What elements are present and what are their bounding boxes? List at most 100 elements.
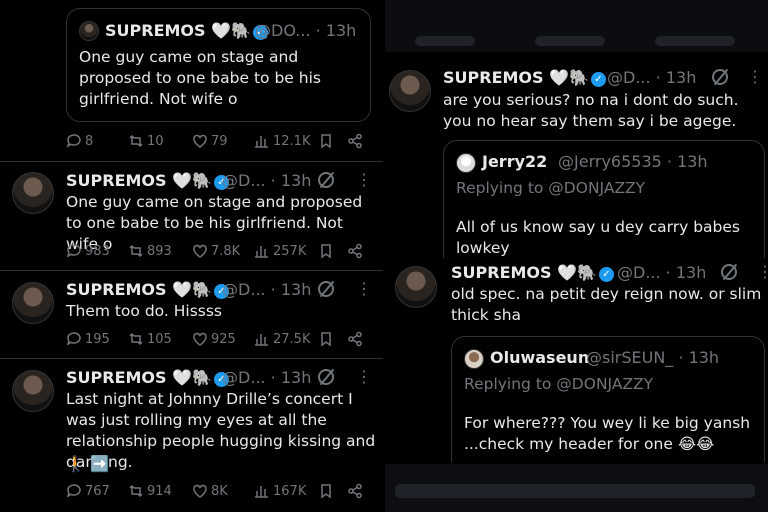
- blurred-header-strip: [385, 0, 768, 52]
- bookmark-button[interactable]: [318, 331, 334, 347]
- avatar[interactable]: [395, 266, 437, 308]
- repost-icon: [129, 332, 143, 346]
- grok-icon[interactable]: [712, 69, 728, 85]
- author-handle: @D... · 13h: [222, 368, 312, 387]
- author-handle: @D... · 13h: [617, 263, 707, 282]
- author-handle: @D... · 13h: [222, 280, 312, 299]
- grok-icon[interactable]: [721, 264, 737, 280]
- grok-icon[interactable]: [318, 369, 334, 385]
- avatar[interactable]: [464, 349, 484, 369]
- reply-icon: [66, 332, 81, 346]
- repost-button[interactable]: 10: [128, 133, 164, 149]
- repost-button[interactable]: 914: [128, 483, 172, 499]
- tweet-text: Them too do. Hissss: [66, 302, 222, 320]
- quoted-tweet-card[interactable]: Jerry22 @Jerry65535 · 13h Replying to @D…: [443, 140, 765, 258]
- views-icon: [255, 136, 268, 148]
- share-button[interactable]: [347, 331, 363, 347]
- quote-text: For where??? You wey li ke big yansh ...…: [464, 414, 751, 453]
- like-button[interactable]: 8K: [192, 483, 228, 499]
- grok-icon[interactable]: [318, 281, 334, 297]
- share-icon: [348, 243, 362, 259]
- bookmark-button[interactable]: [318, 243, 334, 259]
- bookmark-icon: [321, 332, 331, 347]
- divider: [0, 358, 383, 359]
- views-button[interactable]: 167K: [254, 483, 306, 499]
- more-icon[interactable]: ⋮: [757, 262, 768, 281]
- author-name[interactable]: SUPREMOS 🤍🐘 ✓: [443, 68, 606, 87]
- more-icon[interactable]: ⋮: [747, 67, 763, 86]
- reply-button[interactable]: 767: [66, 483, 110, 499]
- tweet-text: One guy came on stage and proposed to on…: [79, 48, 321, 108]
- left-screenshot: SUPREMOS 🤍🐘 ✓ @DO... · 13h One guy came o…: [0, 0, 383, 512]
- author-name[interactable]: SUPREMOS 🤍🐘 ✓: [66, 368, 229, 387]
- like-button[interactable]: 925: [192, 331, 236, 347]
- share-button[interactable]: [347, 243, 363, 259]
- views-button[interactable]: 257K: [254, 243, 306, 259]
- author-name[interactable]: SUPREMOS 🤍🐘 ✓: [66, 280, 229, 299]
- repost-button[interactable]: 105: [128, 331, 172, 347]
- views-button[interactable]: 12.1K: [254, 133, 310, 149]
- avatar[interactable]: [12, 370, 54, 412]
- replying-to[interactable]: Replying to @DONJAZZY: [464, 375, 653, 393]
- avatar[interactable]: [79, 21, 99, 41]
- bookmark-button[interactable]: [318, 483, 334, 499]
- tweet-text: are you serious? no na i dont do such. y…: [443, 91, 739, 130]
- verified-icon: ✓: [598, 267, 614, 282]
- tweet[interactable]: SUPREMOS 🤍🐘 ✓ @D... · 13h ⋮ old spec. na …: [385, 262, 768, 462]
- quoted-tweet-card[interactable]: Oluwaseun @sirSEUN_ · 13h Replying to @D…: [451, 336, 765, 462]
- author-name[interactable]: SUPREMOS 🤍🐘 ✓: [451, 263, 614, 282]
- quote-author-handle: @Jerry65535 · 13h: [558, 152, 708, 171]
- author-handle: @D... · 13h: [607, 68, 697, 87]
- tweet-text: old spec. na petit dey reign now. or sli…: [451, 285, 762, 324]
- heart-icon: [193, 484, 207, 498]
- tweet-actions: 8 10 79 12.1K: [66, 133, 371, 153]
- quote-text: All of us know say u dey carry babes low…: [456, 218, 741, 257]
- like-button[interactable]: 79: [192, 133, 228, 149]
- bookmark-button[interactable]: [318, 133, 334, 149]
- divider: [0, 161, 383, 162]
- quote-author-handle: @sirSEUN_ · 13h: [586, 348, 720, 367]
- share-icon: [348, 331, 362, 347]
- reply-icon: [66, 244, 81, 258]
- grok-icon[interactable]: [318, 172, 334, 188]
- reply-icon: [66, 484, 81, 498]
- tweet[interactable]: SUPREMOS 🤍🐘 ✓ @D... · 13h ⋮ are you serio…: [385, 58, 768, 258]
- reply-button[interactable]: 983: [66, 243, 110, 259]
- author-handle: @DO... · 13h: [255, 21, 357, 40]
- like-button[interactable]: 7.8K: [192, 243, 240, 259]
- quote-author-name[interactable]: Oluwaseun: [490, 348, 589, 367]
- verified-icon: ✓: [590, 72, 606, 87]
- heart-icon: [193, 244, 207, 258]
- repost-icon: [129, 244, 143, 258]
- tweet-actions: 983 893 7.8K 257K: [66, 243, 371, 263]
- emoji-line: 🚶 ➡️: [66, 455, 110, 473]
- repost-icon: [129, 484, 143, 498]
- blurred-footer-strip: [385, 464, 768, 512]
- divider: [0, 270, 383, 271]
- share-button[interactable]: [347, 133, 363, 149]
- avatar[interactable]: [12, 282, 54, 324]
- repost-button[interactable]: 893: [128, 243, 172, 259]
- quote-author-name[interactable]: Jerry22: [482, 152, 547, 171]
- author-name[interactable]: SUPREMOS 🤍🐘 ✓: [105, 21, 268, 40]
- views-icon: [255, 246, 268, 258]
- tweet-actions: 767 914 8K 167K: [66, 483, 371, 503]
- share-icon: [348, 133, 362, 149]
- more-icon[interactable]: ⋮: [356, 279, 372, 298]
- bookmark-icon: [321, 484, 331, 499]
- author-name[interactable]: SUPREMOS 🤍🐘 ✓: [66, 171, 229, 190]
- avatar[interactable]: [456, 153, 476, 173]
- views-icon: [255, 334, 268, 346]
- replying-to[interactable]: Replying to @DONJAZZY: [456, 179, 645, 197]
- avatar[interactable]: [12, 172, 54, 214]
- more-icon[interactable]: ⋮: [356, 367, 372, 386]
- share-button[interactable]: [347, 483, 363, 499]
- avatar[interactable]: [389, 70, 431, 112]
- quoted-tweet-card[interactable]: SUPREMOS 🤍🐘 ✓ @DO... · 13h One guy came o…: [66, 8, 371, 122]
- reply-button[interactable]: 195: [66, 331, 110, 347]
- more-icon[interactable]: ⋮: [356, 170, 372, 189]
- share-icon: [348, 483, 362, 499]
- reply-icon: [66, 134, 81, 148]
- reply-button[interactable]: 8: [66, 133, 93, 149]
- views-button[interactable]: 27.5K: [254, 331, 310, 347]
